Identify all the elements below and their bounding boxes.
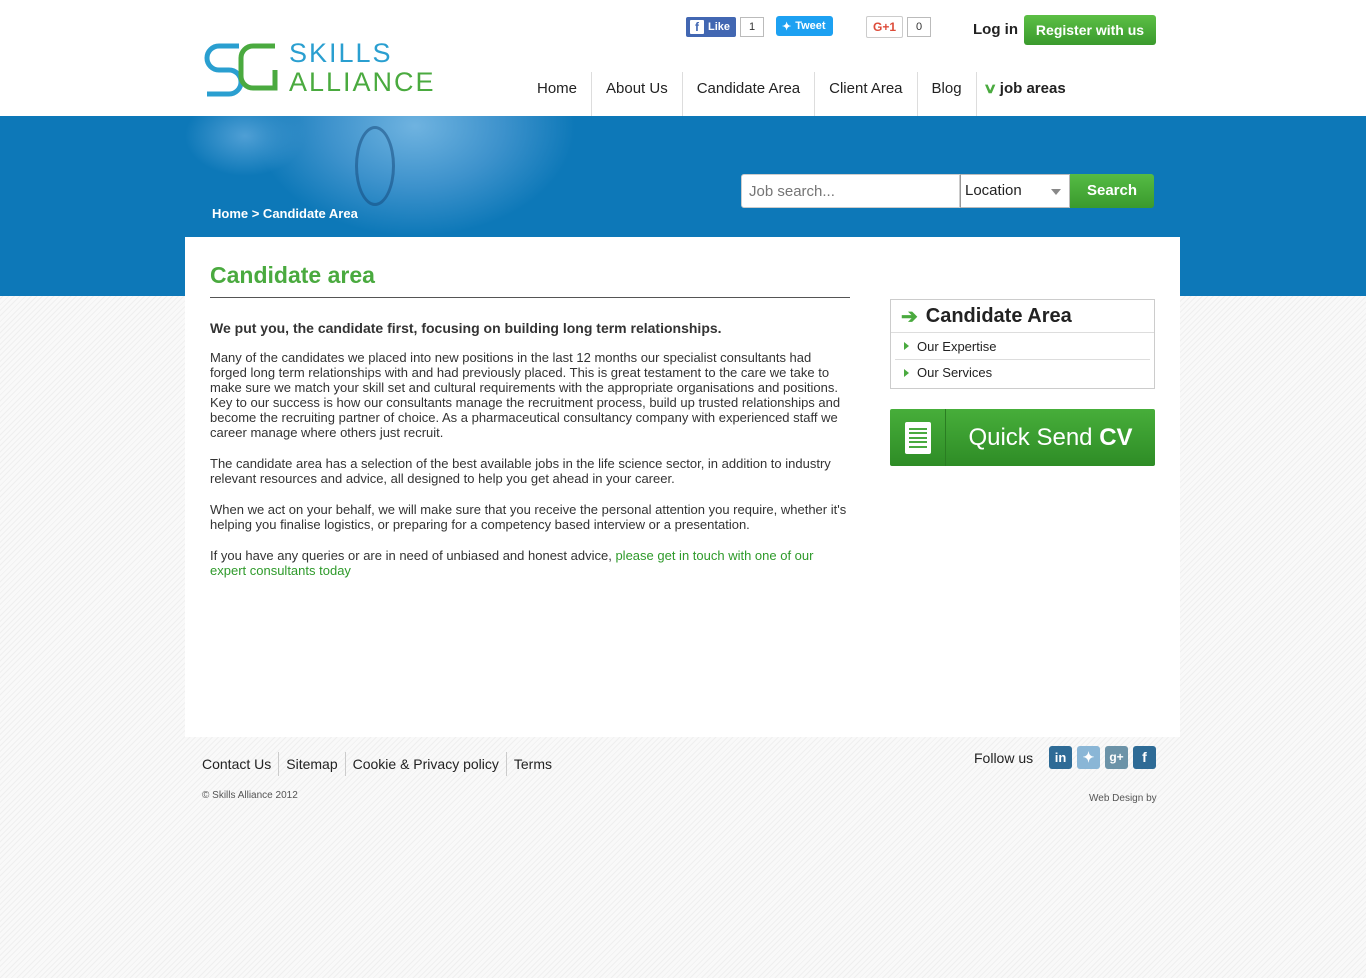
main-text: We put you, the candidate first, focusin… [210, 321, 850, 594]
nav-about-us[interactable]: About Us [591, 72, 682, 116]
twitter-icon[interactable]: ✦ [1077, 746, 1100, 769]
google-plus-one-button[interactable]: G+1 [866, 16, 904, 38]
web-design-credit: Web Design by [1089, 793, 1157, 804]
document-icon-cell [890, 409, 946, 466]
body-paragraph-1: Many of the candidates we placed into ne… [210, 350, 841, 440]
tweet-label: Tweet [795, 20, 826, 32]
nav-job-areas[interactable]: ∨ job areas [975, 72, 1080, 116]
sidebar-item-our-expertise[interactable]: Our Expertise [895, 333, 1150, 359]
footer-cookie-privacy-link[interactable]: Cookie & Privacy policy [344, 752, 506, 776]
nav-blog[interactable]: Blog [916, 72, 976, 116]
quick-send-cv-button[interactable]: Quick Send CV [890, 409, 1155, 466]
main-nav: Home About Us Candidate Area Client Area… [523, 72, 1080, 116]
job-search-form: Location Search [741, 174, 1154, 208]
footer-terms-link[interactable]: Terms [505, 752, 559, 776]
nav-client-area[interactable]: Client Area [814, 72, 916, 116]
title-divider [210, 297, 850, 298]
facebook-like-label: Like [708, 21, 731, 33]
social-icons: in ✦ g+ f [1049, 746, 1156, 769]
sidebar-item-label: Our Expertise [917, 338, 997, 354]
location-select[interactable]: Location [960, 174, 1070, 208]
linkedin-icon[interactable]: in [1049, 746, 1072, 769]
logo-line-skills: SKILLS [289, 38, 393, 68]
register-button[interactable]: Register with us [1024, 15, 1156, 45]
footer-links: Contact Us Sitemap Cookie & Privacy poli… [202, 752, 559, 776]
footer-sitemap-link[interactable]: Sitemap [278, 752, 344, 776]
facebook-like-widget[interactable]: f Like 1 [686, 16, 765, 38]
content-panel: Candidate area We put you, the candidate… [185, 237, 1180, 737]
copyright: © Skills Alliance 2012 [202, 790, 298, 801]
candidate-area-sidebar: ➔ Candidate Area Our Expertise Our Servi… [890, 299, 1155, 389]
logo-mark-icon [204, 43, 278, 97]
logo-line-alliance: ALLIANCE [289, 67, 436, 97]
bullet-triangle-icon [904, 368, 909, 377]
job-search-input[interactable] [741, 174, 960, 208]
lead-paragraph: We put you, the candidate first, focusin… [210, 320, 722, 336]
site-header: SKILLS ALLIANCE f Like 1 ✦ Tweet G+1 0 L… [0, 0, 1366, 116]
facebook-like-button[interactable]: f Like [686, 17, 737, 37]
login-link[interactable]: Log in [973, 21, 1018, 38]
body-paragraph-3: When we act on your behalf, we will make… [210, 502, 847, 532]
sidebar-title: ➔ Candidate Area [891, 300, 1154, 333]
facebook-like-count: 1 [740, 17, 765, 37]
nav-home[interactable]: Home [523, 72, 591, 116]
twitter-bird-icon: ✦ [782, 20, 792, 33]
contact-prompt-text: If you have any queries or are in need o… [210, 548, 616, 563]
location-select-value: Location [965, 182, 1022, 199]
tweet-button[interactable]: ✦ Tweet [776, 16, 833, 36]
footer-contact-us-link[interactable]: Contact Us [202, 752, 278, 776]
page-title: Candidate area [210, 262, 375, 288]
facebook-icon[interactable]: f [1133, 746, 1156, 769]
google-plus-count: 0 [907, 17, 932, 37]
nav-job-areas-label: job areas [999, 80, 1066, 97]
nav-candidate-area[interactable]: Candidate Area [681, 72, 814, 116]
dropdown-arrow-icon [1051, 189, 1061, 195]
banner-photo-detail [355, 126, 395, 206]
logo-wordmark: SKILLS ALLIANCE [289, 40, 436, 96]
arrow-right-icon: ➔ [901, 305, 918, 328]
breadcrumb: Home > Candidate Area [212, 206, 358, 221]
chevron-down-icon: ∨ [982, 80, 997, 96]
cv-label: CV [1099, 423, 1133, 451]
google-plus-widget[interactable]: G+1 0 [866, 16, 932, 38]
sidebar-item-label: Our Services [917, 365, 993, 380]
quick-send-label: Quick Send [968, 423, 1093, 451]
follow-us-label: Follow us [974, 750, 1034, 766]
facebook-icon: f [690, 20, 704, 34]
search-button[interactable]: Search [1070, 174, 1154, 208]
quick-send-cv-label: Quick Send CV [946, 424, 1155, 452]
google-plus-icon[interactable]: g+ [1105, 746, 1128, 769]
sidebar-item-our-services[interactable]: Our Services [895, 359, 1150, 385]
body-paragraph-2: The candidate area has a selection of th… [210, 456, 831, 486]
document-icon [904, 421, 931, 454]
sidebar-title-label: Candidate Area [925, 304, 1072, 327]
bullet-triangle-icon [904, 342, 909, 350]
skills-alliance-logo[interactable]: SKILLS ALLIANCE [203, 40, 453, 98]
body-paragraph-4: If you have any queries or are in need o… [210, 548, 850, 578]
